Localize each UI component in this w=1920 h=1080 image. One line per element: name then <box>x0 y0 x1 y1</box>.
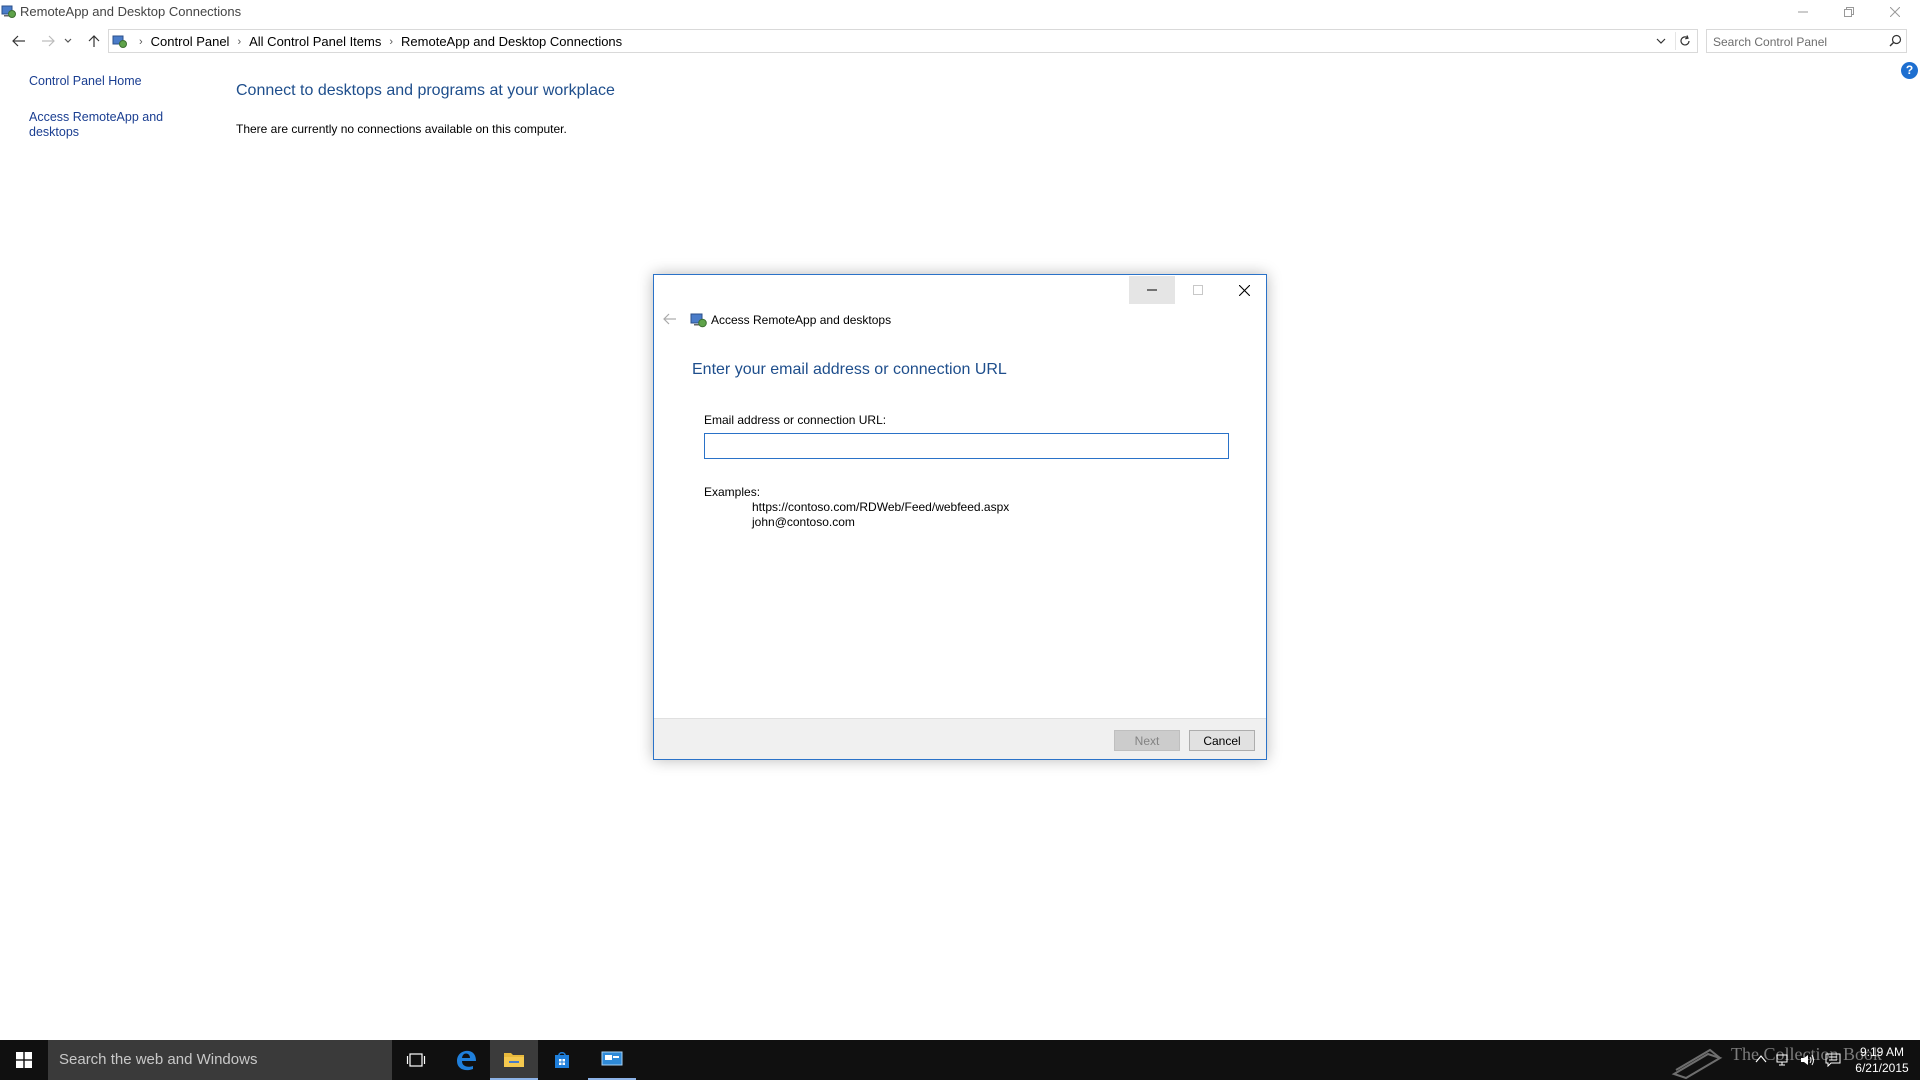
store-taskbar-button[interactable] <box>538 1040 586 1080</box>
search-input[interactable] <box>1713 33 1883 50</box>
address-bar[interactable]: › Control Panel › All Control Panel Item… <box>108 29 1698 53</box>
volume-icon[interactable] <box>1800 1053 1816 1067</box>
connection-url-label: Email address or connection URL: <box>704 413 887 427</box>
remoteapp-connections-icon <box>601 1051 623 1066</box>
file-explorer-taskbar-button[interactable] <box>490 1040 538 1080</box>
task-view-button[interactable] <box>392 1040 440 1080</box>
window-titlebar: RemoteApp and Desktop Connections <box>0 0 1920 24</box>
access-remoteapp-dialog: Access RemoteApp and desktops Enter your… <box>653 274 1267 760</box>
window-title: RemoteApp and Desktop Connections <box>20 4 242 19</box>
back-button[interactable] <box>9 31 29 51</box>
chevron-down-icon <box>1656 38 1666 44</box>
breadcrumb-all-items[interactable]: All Control Panel Items <box>249 34 381 49</box>
recent-locations-button[interactable] <box>62 31 74 51</box>
dialog-heading: Enter your email address or connection U… <box>692 361 1007 378</box>
breadcrumb-remoteapp[interactable]: RemoteApp and Desktop Connections <box>401 34 622 49</box>
remoteapp-taskbar-button[interactable] <box>588 1040 636 1080</box>
examples-label: Examples: <box>704 485 761 499</box>
chevron-up-icon[interactable] <box>1755 1053 1767 1065</box>
dialog-title: Access RemoteApp and desktops <box>711 313 892 327</box>
restore-icon <box>1843 7 1854 17</box>
address-history-button[interactable] <box>1653 33 1669 49</box>
remoteapp-icon <box>690 313 707 328</box>
example-email: john@contoso.com <box>752 515 855 529</box>
windows-logo-icon <box>16 1052 32 1068</box>
cancel-button[interactable]: Cancel <box>1189 730 1255 751</box>
breadcrumb-separator-icon[interactable]: › <box>237 36 241 48</box>
up-button[interactable] <box>84 31 104 51</box>
search-icon <box>1889 34 1902 47</box>
start-button[interactable] <box>0 1040 48 1080</box>
system-clock[interactable]: 9:19 AM 6/21/2015 <box>1852 1044 1912 1076</box>
dialog-footer: Next Cancel <box>654 718 1266 759</box>
close-icon <box>1238 284 1250 296</box>
close-icon <box>1889 7 1900 17</box>
search-box[interactable] <box>1706 29 1907 53</box>
arrow-right-icon <box>42 35 55 47</box>
breadcrumb-separator-icon[interactable]: › <box>389 36 393 48</box>
left-navigation-pane: Control Panel Home Access RemoteApp and … <box>29 74 189 140</box>
maximize-icon <box>1193 285 1203 295</box>
navigation-bar: › Control Panel › All Control Panel Item… <box>0 28 1920 54</box>
access-remoteapp-link[interactable]: Access RemoteApp and desktops <box>29 110 164 140</box>
breadcrumb-control-panel[interactable]: Control Panel <box>151 34 230 49</box>
help-icon[interactable]: ? <box>1901 62 1918 79</box>
arrow-left-icon <box>12 35 25 47</box>
dialog-minimize-button[interactable] <box>1129 276 1175 304</box>
task-view-icon <box>406 1053 426 1067</box>
page-title: Connect to desktops and programs at your… <box>236 82 615 99</box>
breadcrumb: › Control Panel › All Control Panel Item… <box>131 34 622 49</box>
clock-time: 9:19 AM <box>1859 1045 1905 1059</box>
clock-date: 6/21/2015 <box>1855 1061 1909 1075</box>
control-panel-icon <box>112 35 127 48</box>
taskbar-search-box[interactable]: Search the web and Windows <box>48 1040 392 1080</box>
dialog-close-button[interactable] <box>1221 276 1267 304</box>
minimize-button[interactable] <box>1780 0 1825 24</box>
edge-icon <box>457 1050 476 1071</box>
minimize-icon <box>1797 11 1808 13</box>
chevron-down-icon <box>64 38 72 43</box>
next-button[interactable]: Next <box>1114 730 1180 751</box>
remoteapp-icon <box>1 5 16 18</box>
taskbar: Search the web and Windows The Collectio… <box>0 1040 1920 1080</box>
breadcrumb-separator-icon: › <box>139 35 143 48</box>
folder-icon <box>504 1053 524 1067</box>
minimize-icon <box>1147 289 1157 291</box>
restore-button[interactable] <box>1826 0 1871 24</box>
example-url: https://contoso.com/RDWeb/Feed/webfeed.a… <box>752 500 1010 514</box>
arrow-up-icon <box>88 35 100 47</box>
control-panel-home-link[interactable]: Control Panel Home <box>29 74 189 89</box>
no-connections-message: There are currently no connections avail… <box>236 122 567 136</box>
dialog-maximize-button[interactable] <box>1175 276 1221 304</box>
edge-taskbar-button[interactable] <box>442 1040 490 1080</box>
refresh-button[interactable] <box>1675 32 1693 50</box>
close-button[interactable] <box>1872 0 1917 24</box>
refresh-icon <box>1679 35 1690 46</box>
arrow-left-icon <box>663 313 676 325</box>
network-icon[interactable] <box>1776 1053 1790 1067</box>
action-center-icon[interactable] <box>1825 1053 1841 1067</box>
forward-button[interactable] <box>38 31 58 51</box>
connection-url-input[interactable] <box>704 433 1229 459</box>
store-icon <box>555 1052 569 1068</box>
dialog-back-button[interactable] <box>661 311 679 327</box>
taskbar-search-placeholder: Search the web and Windows <box>59 1051 258 1068</box>
